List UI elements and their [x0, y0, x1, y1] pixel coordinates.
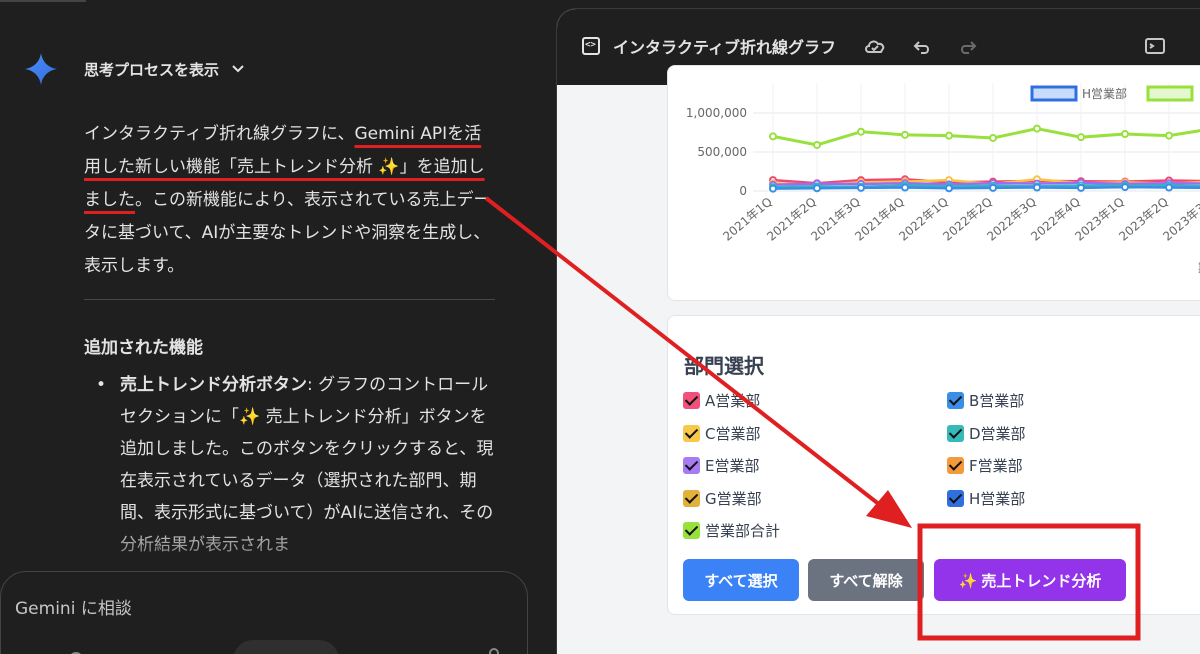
checkbox-checked-icon[interactable] [683, 424, 700, 442]
department-checkbox[interactable]: D営業部 [947, 423, 1026, 444]
sales-trend-analysis-button[interactable]: ✨ 売上トレンド分析 [934, 559, 1126, 601]
department-checkbox[interactable]: E営業部 [683, 455, 759, 476]
department-label: H営業部 [969, 489, 1026, 508]
data-point [1033, 183, 1041, 192]
checkbox-checked-icon[interactable] [683, 489, 700, 507]
undo-icon[interactable] [911, 34, 935, 58]
prompt-input-box[interactable]: Gemini に相談 [0, 571, 528, 654]
answer-text-a: インタラクティブ折れ線グラフに、 [84, 124, 355, 144]
select-all-button[interactable]: すべて選択 [683, 559, 799, 601]
line-chart: 1,000,000500,00002021年1Q2021年2Q2021年3Q20… [686, 83, 1200, 275]
mic-icon[interactable] [489, 648, 499, 654]
y-tick-label: 0 [739, 184, 747, 198]
department-checkbox[interactable]: C営業部 [683, 423, 760, 444]
data-point [1121, 183, 1129, 192]
top-divider [0, 0, 86, 2]
department-checkbox[interactable]: H営業部 [947, 488, 1025, 509]
data-point [857, 183, 865, 192]
department-checkbox[interactable]: A営業部 [683, 390, 760, 411]
terminal-icon[interactable] [1143, 34, 1167, 58]
data-point [769, 184, 777, 193]
canvas-title: インタラクティブ折れ線グラフ [613, 38, 837, 57]
show-thinking-toggle[interactable]: 思考プロセスを表示 [24, 52, 245, 86]
data-point [901, 130, 909, 139]
department-label: G営業部 [705, 489, 762, 508]
data-point [989, 133, 997, 142]
canvas-pane: インタラクティブ折れ線グラフ 1,000,000500,00002021年1Q2… [556, 8, 1200, 654]
thinking-label: 思考プロセスを表示 [84, 60, 220, 79]
department-title: 部門選択 [684, 354, 764, 378]
data-point [769, 132, 777, 141]
section-divider [84, 299, 495, 300]
data-point [1077, 133, 1085, 142]
series-line [772, 185, 1200, 190]
department-checkbox[interactable]: F営業部 [947, 455, 1023, 476]
prompt-input-placeholder[interactable]: Gemini に相談 [15, 594, 132, 619]
data-point [813, 140, 821, 149]
legend-swatch-total [1146, 85, 1194, 102]
checkbox-checked-icon[interactable] [947, 489, 964, 507]
tool-chip[interactable] [233, 640, 339, 654]
chat-pane: 思考プロセスを表示 インタラクティブ折れ線グラフに、Gemini APIを活用し… [0, 0, 556, 654]
answer-text-c: 。この新機能により、表示されている売上データに基づいて、AIが主要なトレンドや洞… [84, 190, 491, 276]
department-label: D営業部 [969, 424, 1026, 443]
data-point [857, 127, 865, 136]
series-line [772, 181, 1200, 187]
department-label: B営業部 [969, 392, 1025, 410]
redo-icon[interactable] [955, 34, 979, 58]
department-label: C営業部 [705, 424, 761, 443]
department-label: E営業部 [705, 457, 760, 475]
department-label: 営業部合計 [705, 522, 781, 540]
y-tick-label: 500,000 [697, 145, 747, 159]
cloud-sync-icon[interactable] [863, 34, 887, 58]
department-checkbox[interactable]: G営業部 [683, 488, 762, 509]
data-point [1165, 131, 1173, 140]
data-point [813, 184, 821, 193]
data-point [945, 184, 953, 193]
clear-all-button[interactable]: すべて解除 [808, 559, 924, 601]
chevron-down-icon [232, 65, 244, 73]
department-label: F営業部 [969, 457, 1023, 475]
data-point [1165, 183, 1173, 192]
section-heading: 追加された機能 [84, 338, 203, 358]
canvas-preview: 1,000,000 500,000 0 2021年1Q 2021年2Q 2021年3Q 20… [557, 65, 1200, 654]
chart-card: 1,000,000 500,000 0 2021年1Q 2021年2Q 2021年3Q 20… [667, 65, 1200, 301]
checkbox-checked-icon[interactable] [683, 522, 700, 539]
data-point [1077, 183, 1085, 192]
gemini-star-icon [25, 53, 57, 85]
data-point [1121, 130, 1129, 139]
series-line [772, 127, 1200, 147]
checkbox-checked-icon[interactable] [947, 457, 964, 474]
data-point [989, 183, 997, 192]
checkbox-checked-icon[interactable] [683, 457, 700, 474]
checkbox-checked-icon[interactable] [947, 392, 964, 409]
legend-label: H営業部 [1082, 86, 1127, 101]
checkbox-checked-icon[interactable] [683, 392, 700, 409]
y-tick-label: 1,000,000 [686, 106, 747, 120]
canvas-code-icon [582, 37, 600, 55]
legend-swatch-h [1030, 85, 1078, 102]
assistant-answer: インタラクティブ折れ線グラフに、Gemini APIを活用した新しい機能「売上ト… [84, 118, 494, 283]
department-checkbox[interactable]: B営業部 [947, 390, 1024, 411]
data-point [1033, 124, 1041, 133]
data-point [901, 183, 909, 192]
data-point [945, 131, 953, 140]
bullet-bold: 売上トレンド分析ボタン [120, 375, 307, 395]
department-label: A営業部 [705, 392, 761, 410]
department-checkbox[interactable]: 営業部合計 [683, 520, 780, 541]
checkbox-checked-icon[interactable] [947, 424, 964, 442]
